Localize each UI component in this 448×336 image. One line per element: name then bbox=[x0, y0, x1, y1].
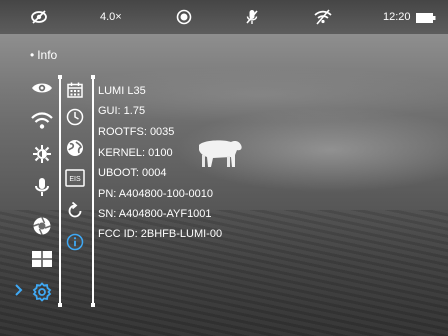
status-bar: 4.0× 12:20 bbox=[0, 0, 448, 34]
settings-icon[interactable] bbox=[30, 282, 54, 302]
grid-icon[interactable] bbox=[30, 249, 54, 269]
record-icon bbox=[176, 9, 192, 25]
battery-icon bbox=[416, 12, 436, 28]
wifi-off-icon bbox=[313, 9, 333, 25]
divider-cap bbox=[91, 75, 95, 79]
divider-cap bbox=[91, 303, 95, 307]
animal-silhouette bbox=[199, 140, 242, 167]
shutter-icon[interactable] bbox=[30, 216, 54, 236]
menu-title: • Info bbox=[30, 48, 58, 62]
globe-icon[interactable] bbox=[65, 138, 85, 158]
kernel-version: KERNEL: 0100 bbox=[98, 147, 173, 159]
clock-time: 12:20 bbox=[383, 11, 411, 23]
rootfs-version: ROOTFS: 0035 bbox=[98, 126, 175, 138]
eis-icon[interactable]: EIS bbox=[65, 168, 85, 188]
left-divider bbox=[59, 77, 61, 305]
uboot-version: UBOOT: 0004 bbox=[98, 167, 167, 179]
selection-arrow-icon bbox=[14, 283, 24, 296]
microphone-icon[interactable] bbox=[30, 177, 54, 197]
device-model: LUMI L35 bbox=[98, 85, 146, 97]
reset-icon[interactable] bbox=[65, 201, 85, 221]
wifi-icon[interactable] bbox=[30, 111, 54, 131]
eye-icon[interactable] bbox=[30, 78, 54, 98]
info-icon[interactable] bbox=[65, 232, 85, 252]
divider-cap bbox=[58, 303, 62, 307]
brightness-icon[interactable] bbox=[30, 144, 54, 164]
mic-off-icon bbox=[245, 9, 259, 25]
calendar-icon[interactable] bbox=[65, 80, 85, 100]
ground-area bbox=[0, 210, 448, 336]
gui-version: GUI: 1.75 bbox=[98, 105, 146, 117]
right-divider bbox=[92, 77, 94, 305]
zoom-level: 4.0× bbox=[100, 11, 122, 23]
part-number: PN: A404800-100-0010 bbox=[98, 188, 213, 200]
divider-cap bbox=[58, 75, 62, 79]
clock-icon[interactable] bbox=[65, 107, 85, 127]
camera-off-icon bbox=[30, 9, 48, 25]
fcc-id: FCC ID: 2BHFB-LUMI-00 bbox=[98, 228, 223, 240]
eis-label: EIS bbox=[69, 176, 81, 183]
serial-number: SN: A404800-AYF1001 bbox=[98, 208, 212, 220]
